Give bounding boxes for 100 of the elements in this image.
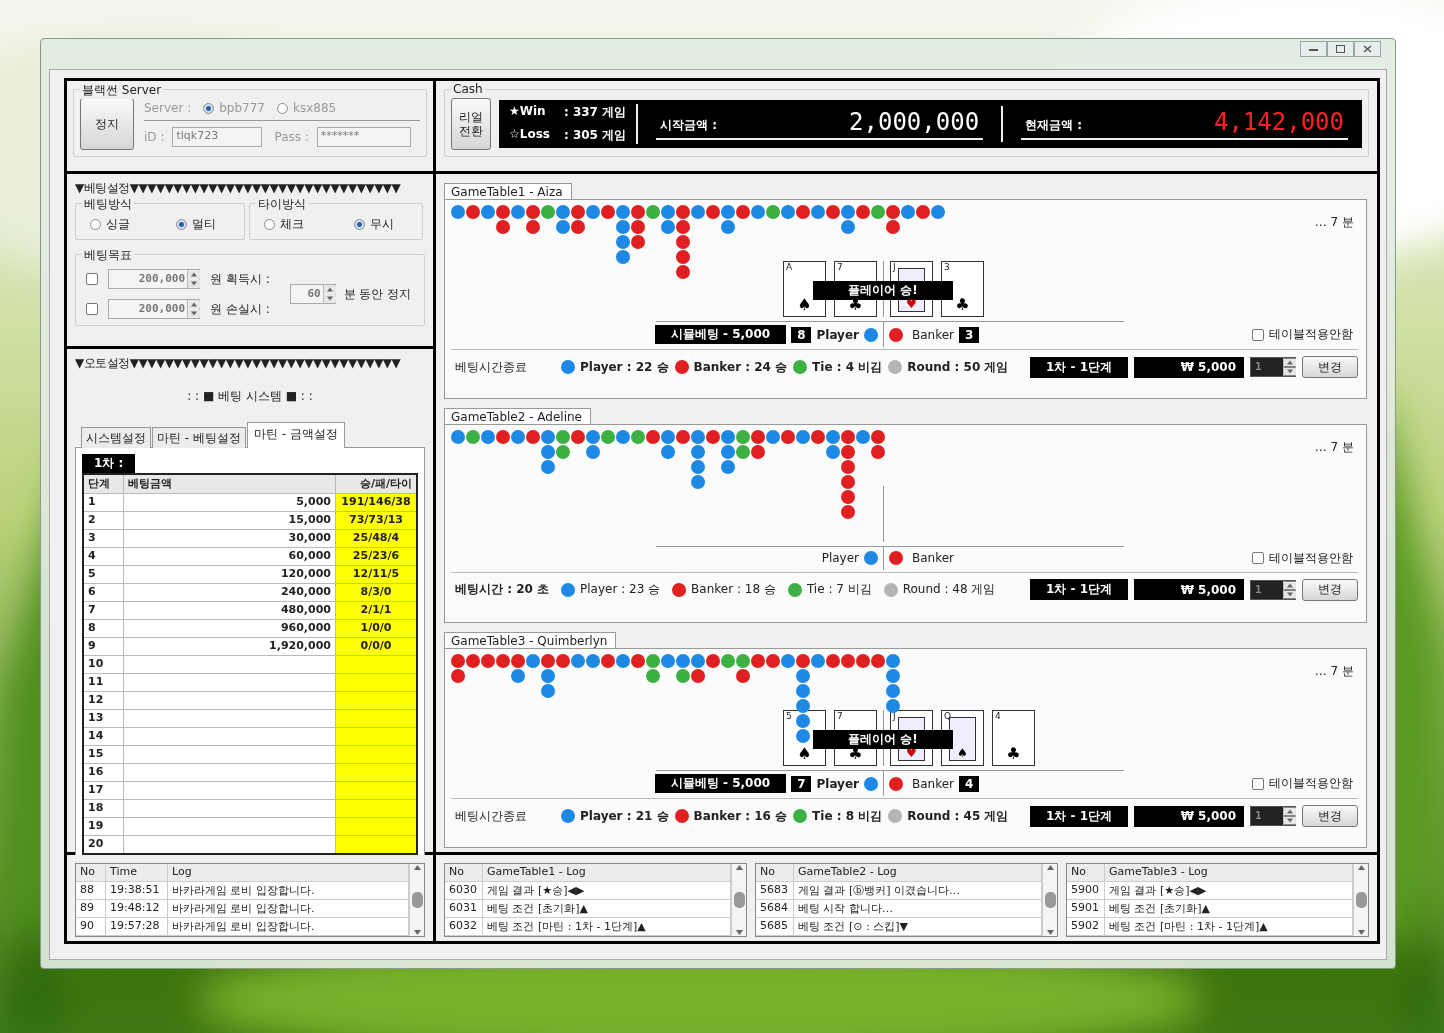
round-label: 1차 : <box>82 454 136 473</box>
spin-up-icon[interactable] <box>188 300 200 309</box>
scroll-up-icon[interactable] <box>1356 864 1366 871</box>
card-suit: ♣ <box>1006 744 1021 764</box>
pass-label: Pass : <box>274 130 309 144</box>
table-cell: 191/146/38 <box>336 494 416 511</box>
radio-button[interactable] <box>176 219 187 230</box>
maximize-icon[interactable] <box>1327 41 1354 57</box>
real-switch-button[interactable]: 리얼 전환 <box>451 98 491 150</box>
card-rank: 7 <box>837 263 843 272</box>
player-label: Player <box>816 327 859 342</box>
stat-text: Banker : 16 승 <box>693 807 788 825</box>
target-label: 원 획득시 : <box>210 270 270 288</box>
minimize-icon[interactable] <box>1300 41 1327 57</box>
spin-down-icon[interactable] <box>1284 367 1296 376</box>
stat-text: Tie : 8 비김 <box>812 807 883 825</box>
stat-text: Banker : 18 승 <box>691 581 776 599</box>
checkbox-label: 테이블적용안함 <box>1269 775 1353 793</box>
minutes-spinner[interactable]: 60 <box>289 284 336 304</box>
password-field[interactable]: ******* <box>316 127 411 147</box>
tab[interactable]: 시스템설정 <box>81 427 151 448</box>
player-dot-icon <box>864 551 878 566</box>
count-spinner[interactable]: 1 <box>1250 357 1296 377</box>
spin-up-icon[interactable] <box>1284 358 1296 367</box>
start-amount-label: 시작금액 : <box>660 117 718 134</box>
amount-spinner[interactable]: 200,000 <box>108 269 200 289</box>
tab[interactable]: 마틴 - 금액설정 <box>246 422 345 448</box>
card-rank: 3 <box>944 263 950 272</box>
count-spinner[interactable]: 1 <box>1250 806 1296 827</box>
spin-down-icon[interactable] <box>188 309 200 318</box>
stop-button[interactable]: 정지 <box>80 98 134 150</box>
table-cell: 73/73/13 <box>336 512 416 529</box>
card-rank: 5 <box>786 712 792 722</box>
player-count: 8 <box>791 326 812 343</box>
radio-button[interactable] <box>354 219 365 230</box>
close-icon[interactable] <box>1354 41 1381 57</box>
server-label: Server : <box>144 101 192 115</box>
change-button[interactable]: 변경 <box>1302 578 1358 601</box>
spin-up-icon[interactable] <box>188 270 200 279</box>
card-suit: ♠ <box>797 295 812 314</box>
scroll-thumb[interactable] <box>1355 892 1367 908</box>
radio-label: ksx885 <box>293 101 337 115</box>
scroll-up-icon[interactable] <box>734 864 744 871</box>
table-cell: 0/0/0 <box>336 638 416 655</box>
scroll-up-icon[interactable] <box>1045 864 1055 871</box>
table-cell: 20 <box>84 836 124 853</box>
log-cell: 5685 <box>756 918 794 935</box>
log-cell: 88 <box>76 882 106 899</box>
spin-up-icon[interactable] <box>323 285 336 294</box>
banker-dot-icon <box>889 327 903 342</box>
amount-display: ₩ 5,000 <box>1134 579 1244 601</box>
tab[interactable]: 마틴 - 베팅설정 <box>152 427 246 448</box>
scroll-down-icon[interactable] <box>1045 929 1055 936</box>
log-cell: 5683 <box>756 882 794 899</box>
simulation-bet: 시뮬베팅 - 5,000 <box>654 774 787 794</box>
radio-button[interactable] <box>203 102 215 114</box>
checkbox[interactable] <box>1252 328 1264 341</box>
amount-spinner[interactable]: 200,000 <box>108 299 200 319</box>
start-amount: 2,000,000 <box>849 108 980 136</box>
stat-text: Round : 48 게임 <box>902 581 996 599</box>
loss-label: ☆Loss <box>509 127 550 143</box>
scroll-down-icon[interactable] <box>1356 929 1366 936</box>
loss-count: : 305 게임 <box>563 127 627 144</box>
target-label: 원 손실시 : <box>210 300 270 318</box>
group-legend: 베팅목표 <box>82 247 134 264</box>
table-cell: 2/1/1 <box>336 602 416 619</box>
card-suit: ♠ <box>797 744 812 764</box>
scroll-up-icon[interactable] <box>412 864 422 871</box>
log-cell: 19:48:12 <box>106 900 168 917</box>
spin-down-icon[interactable] <box>1284 816 1296 826</box>
checkbox[interactable] <box>1252 777 1264 790</box>
checkbox[interactable] <box>86 303 98 315</box>
scroll-down-icon[interactable] <box>412 929 422 936</box>
table-tab[interactable]: GameTable2 - Adeline <box>444 407 591 425</box>
radio-button[interactable] <box>277 102 288 114</box>
scroll-thumb[interactable] <box>733 892 745 908</box>
table-cell: 25/48/4 <box>336 530 416 547</box>
id-field[interactable]: tlqk723 <box>172 127 263 147</box>
scroll-thumb[interactable] <box>1044 892 1056 908</box>
spin-down-icon[interactable] <box>323 294 336 303</box>
spin-down-icon[interactable] <box>188 279 200 288</box>
checkbox[interactable] <box>1252 552 1264 565</box>
banker-dot-icon <box>889 776 903 791</box>
radio-button[interactable] <box>90 219 101 230</box>
current-amount-label: 현재금액 : <box>1025 117 1083 134</box>
stat-text: Tie : 4 비김 <box>812 358 883 376</box>
change-button[interactable]: 변경 <box>1302 805 1358 828</box>
elapsed-time: … 7 분 <box>1314 438 1354 456</box>
checkbox[interactable] <box>86 273 98 285</box>
log-cell: 6031 <box>445 900 483 917</box>
count-spinner[interactable]: 1 <box>1250 579 1296 600</box>
change-button[interactable]: 변경 <box>1302 356 1358 378</box>
spin-up-icon[interactable] <box>1284 580 1296 590</box>
radio-button[interactable] <box>264 219 275 230</box>
radio-label: 체크 <box>280 216 304 233</box>
scroll-down-icon[interactable] <box>734 929 744 936</box>
stage-display: 1차 - 1단계 <box>1030 356 1128 378</box>
log-cell: 5900 <box>1067 882 1105 899</box>
scroll-thumb[interactable] <box>411 892 423 908</box>
radio-label: bpb777 <box>219 101 265 115</box>
